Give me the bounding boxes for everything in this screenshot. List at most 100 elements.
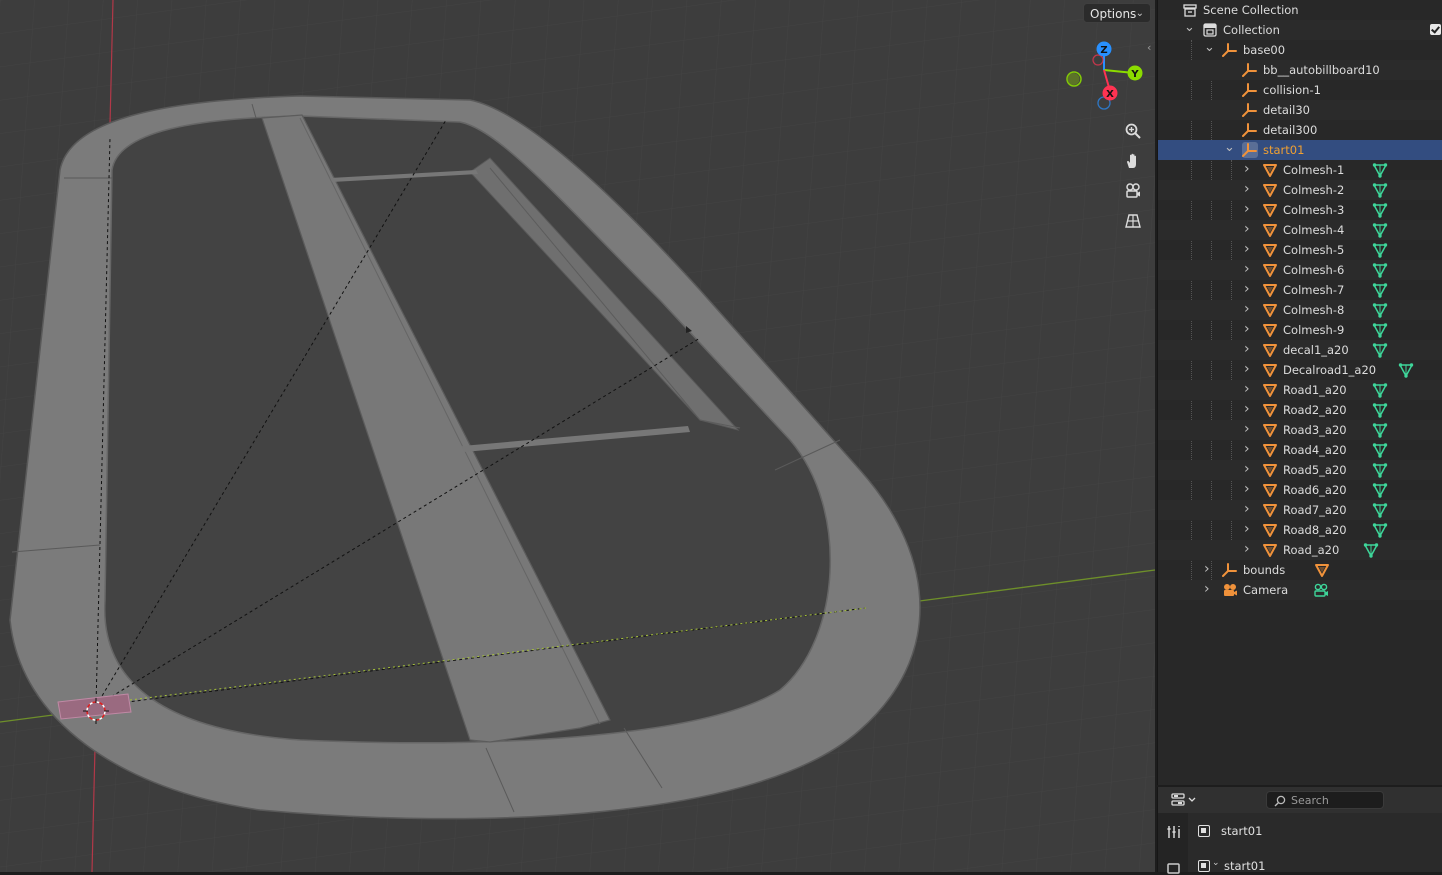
viewport-scene[interactable] [0,0,1155,872]
mesh-data-icon[interactable] [1372,502,1388,518]
outliner-row[interactable]: › Colmesh-9 [1158,320,1442,340]
outliner-row[interactable]: › Road5_a20 [1158,460,1442,480]
outliner-item-label: Colmesh-3 [1283,203,1345,217]
chevron-right-icon[interactable]: › [1244,181,1250,197]
mesh-data-icon[interactable] [1372,522,1388,538]
outliner-row[interactable]: › Road4_a20 [1158,440,1442,460]
outliner-row[interactable]: › Colmesh-2 [1158,180,1442,200]
outliner-row[interactable]: › Road1_a20 [1158,380,1442,400]
mesh-data-icon[interactable] [1372,382,1388,398]
chevron-right-icon[interactable]: › [1244,201,1250,217]
chevron-right-icon[interactable]: › [1204,581,1210,597]
zoom-icon[interactable] [1120,118,1146,144]
outliner-item-label: Scene Collection [1203,3,1299,17]
chevron-right-icon[interactable]: › [1244,341,1250,357]
chevron-right-icon[interactable]: › [1244,321,1250,337]
mesh-object-icon [1262,282,1278,298]
chevron-right-icon[interactable]: › [1204,561,1210,577]
outliner-row[interactable]: › bounds [1158,560,1442,580]
exclude-checkbox[interactable] [1430,24,1441,35]
chevron-right-icon[interactable]: › [1244,301,1250,317]
mesh-data-icon[interactable] [1372,162,1388,178]
outliner-row[interactable]: ⌄ Collection [1158,20,1442,40]
outliner-row[interactable]: bb__autobillboard10 [1158,60,1442,80]
chevron-right-icon[interactable]: › [1244,501,1250,517]
chevron-right-icon[interactable]: › [1244,241,1250,257]
hand-pan-icon[interactable] [1120,148,1146,174]
mesh-data-icon[interactable] [1372,302,1388,318]
mesh-data-icon[interactable] [1372,202,1388,218]
outliner-panel[interactable]: Scene Collection ⌄ Collection ⌄ base00 bb__au… [1157,0,1442,785]
chevron-right-icon[interactable]: › [1244,401,1250,417]
outliner-row[interactable]: ⌄ start01 [1158,140,1442,160]
mesh-data-icon[interactable] [1398,362,1414,378]
outliner-row[interactable]: › decal1_a20 [1158,340,1442,360]
chevron-down-icon[interactable]: ⌄ [1224,140,1235,155]
outliner-row[interactable]: › Colmesh-8 [1158,300,1442,320]
outliner-row[interactable]: collision-1 [1158,80,1442,100]
outliner-row[interactable]: detail30 [1158,100,1442,120]
properties-search-input[interactable]: Search [1266,791,1384,809]
outliner-item-label: Camera [1243,583,1289,597]
options-dropdown[interactable]: Options ⌄ [1083,3,1151,23]
outliner-row[interactable]: › Road3_a20 [1158,420,1442,440]
navigation-gizmo[interactable]: Z Y X [1062,38,1152,118]
camera-object-icon [1222,582,1238,598]
outliner-item-label: Decalroad1_a20 [1283,363,1377,377]
outliner-row[interactable]: › Decalroad1_a20 [1158,360,1442,380]
mesh-data-icon[interactable] [1372,422,1388,438]
chevron-right-icon[interactable]: › [1244,381,1250,397]
empty-icon [1222,562,1238,578]
properties-panel[interactable]: Search start01 ⌄ start01 [1157,787,1442,875]
mesh-data-icon[interactable] [1372,442,1388,458]
chevron-right-icon[interactable]: › [1244,481,1250,497]
chevron-right-icon[interactable]: › [1244,461,1250,477]
outliner-row[interactable]: › Road2_a20 [1158,400,1442,420]
mesh-data-icon[interactable] [1372,222,1388,238]
outliner-row[interactable]: ⌄ base00 [1158,40,1442,60]
outliner-row[interactable]: › Road7_a20 [1158,500,1442,520]
tool-settings-icon[interactable] [1166,824,1182,840]
chevron-right-icon[interactable]: › [1244,421,1250,437]
chevron-right-icon[interactable]: › [1244,221,1250,237]
camera-data-icon[interactable] [1313,582,1329,598]
outliner-row[interactable]: › Camera [1158,580,1442,600]
chevron-down-icon[interactable]: ⌄ [1204,40,1215,55]
outliner-row[interactable]: › Colmesh-5 [1158,240,1442,260]
mesh-object-icon [1262,342,1278,358]
mesh-data-icon[interactable] [1372,402,1388,418]
mesh-data-icon[interactable] [1372,262,1388,278]
outliner-row[interactable]: detail300 [1158,120,1442,140]
chevron-right-icon[interactable]: › [1244,281,1250,297]
outliner-row[interactable]: › Road_a20 [1158,540,1442,560]
outliner-row[interactable]: › Road6_a20 [1158,480,1442,500]
editor-type-dropdown[interactable] [1168,791,1202,809]
outliner-row[interactable]: › Road8_a20 [1158,520,1442,540]
mesh-data-icon[interactable] [1372,342,1388,358]
chevron-right-icon[interactable]: › [1244,441,1250,457]
mesh-data-icon[interactable] [1363,542,1379,558]
mesh-object-icon[interactable] [1314,562,1330,578]
3d-viewport[interactable]: Options ⌄ ‹ Z Y X [0,0,1155,872]
outliner-row[interactable]: › Colmesh-4 [1158,220,1442,240]
chevron-right-icon[interactable]: › [1244,361,1250,377]
mesh-data-icon[interactable] [1372,242,1388,258]
chevron-right-icon[interactable]: › [1244,541,1250,557]
outliner-row[interactable]: › Colmesh-1 [1158,160,1442,180]
outliner-row[interactable]: › Colmesh-3 [1158,200,1442,220]
mesh-data-icon[interactable] [1372,282,1388,298]
mesh-data-icon[interactable] [1372,182,1388,198]
outliner-row[interactable]: › Colmesh-7 [1158,280,1442,300]
outliner-row[interactable]: › Colmesh-6 [1158,260,1442,280]
chevron-down-icon[interactable]: ⌄ [1184,20,1195,35]
mesh-data-icon[interactable] [1372,322,1388,338]
mesh-data-icon[interactable] [1372,462,1388,478]
mesh-data-icon[interactable] [1372,482,1388,498]
chevron-right-icon[interactable]: › [1244,261,1250,277]
chevron-right-icon[interactable]: › [1244,521,1250,537]
chevron-right-icon[interactable]: › [1244,161,1250,177]
grid-ortho-icon[interactable] [1120,208,1146,234]
outliner-row[interactable]: Scene Collection [1158,0,1442,20]
render-properties-icon[interactable] [1166,859,1182,875]
camera-view-icon[interactable] [1120,178,1146,204]
